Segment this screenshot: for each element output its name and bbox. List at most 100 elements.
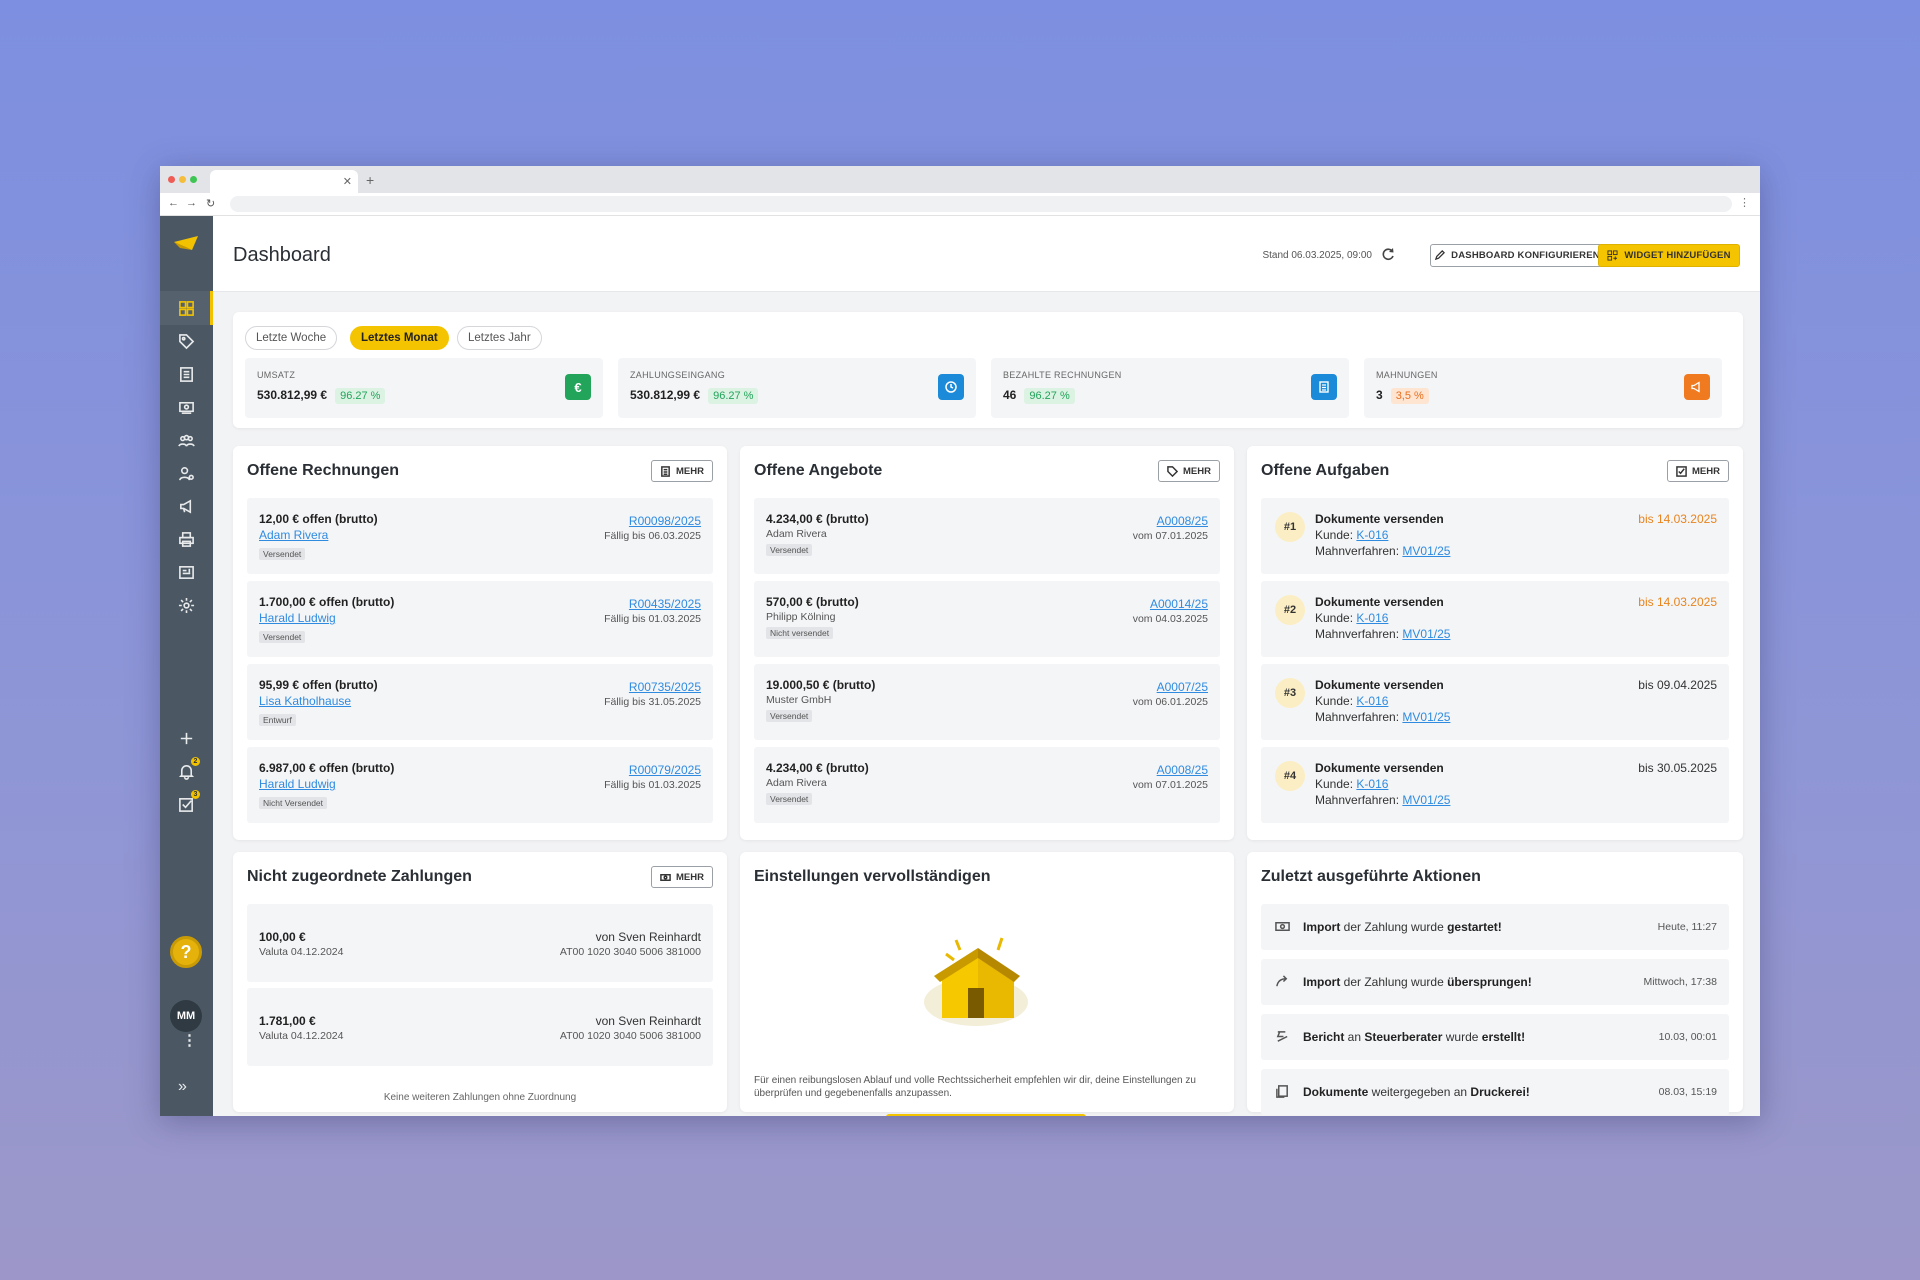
offer-number-link[interactable]: A00014/25 — [1150, 597, 1208, 611]
sidebar-tasks-button[interactable]: 3 — [160, 787, 213, 821]
customer-link[interactable]: Harald Ludwig — [259, 611, 336, 625]
sidebar-item-dashboard[interactable] — [160, 291, 213, 325]
task-dunning-line: Mahnverfahren: MV01/25 — [1315, 710, 1450, 724]
invoice-number-link[interactable]: R00079/2025 — [629, 763, 701, 777]
configure-dashboard-button[interactable]: DASHBOARD KONFIGURIEREN — [1430, 244, 1604, 267]
invoices-more-button[interactable]: MEHR — [651, 460, 713, 482]
customer-link[interactable]: K-016 — [1356, 694, 1388, 708]
close-window-dot[interactable] — [168, 176, 175, 183]
minimize-window-dot[interactable] — [179, 176, 186, 183]
configure-dashboard-label: DASHBOARD KONFIGURIEREN — [1451, 250, 1600, 261]
back-icon[interactable]: ← — [168, 197, 179, 209]
sidebar-item-offers[interactable] — [160, 324, 213, 358]
offer-number-link[interactable]: A0008/25 — [1157, 514, 1208, 528]
dunning-link[interactable]: MV01/25 — [1402, 627, 1450, 641]
payment-row[interactable]: 100,00 € Valuta 04.12.2024 von Sven Reinha… — [247, 904, 713, 982]
kpi-revenue[interactable]: UMSATZ 530.812,99 € 96.27 % € — [245, 358, 603, 418]
payment-row[interactable]: 1.781,00 € Valuta 04.12.2024 von Sven Rein… — [247, 988, 713, 1066]
offers-more-button[interactable]: MEHR — [1158, 460, 1220, 482]
sidebar-add-button[interactable] — [160, 721, 213, 755]
action-row[interactable]: Bericht an Steuerberater wurde erstellt!… — [1261, 1014, 1729, 1060]
sidebar: 2 3 ? MM ⋮ » — [160, 216, 213, 1116]
invoice-number-link[interactable]: R00735/2025 — [629, 680, 701, 694]
sidebar-item-dunning[interactable] — [160, 489, 213, 523]
task-row[interactable]: #2 Dokumente versenden Kunde: K-016 Mahnver… — [1261, 581, 1729, 657]
kpi-dunning[interactable]: MAHNUNGEN 3 3,5 % — [1364, 358, 1722, 418]
refresh-icon[interactable] — [1381, 247, 1395, 261]
kpi-change-badge: 3,5 % — [1390, 388, 1429, 404]
sidebar-item-payments[interactable] — [160, 390, 213, 424]
invoice-due-date: Fällig bis 06.03.2025 — [604, 530, 701, 542]
sidebar-item-contacts[interactable] — [160, 456, 213, 490]
sidebar-item-print[interactable] — [160, 522, 213, 556]
invoice-row[interactable]: 12,00 € offen (brutto) Adam Rivera Versend… — [247, 498, 713, 574]
action-text: Import der Zahlung wurde gestartet! — [1303, 920, 1502, 934]
action-row[interactable]: Dokumente weitergegeben an Druckerei! 08.… — [1261, 1069, 1729, 1115]
period-tab-last-week[interactable]: Letzte Woche — [245, 326, 338, 350]
task-row[interactable]: #4 Dokumente versenden Kunde: K-016 Mahnver… — [1261, 747, 1729, 823]
logo-icon[interactable] — [172, 234, 200, 256]
address-bar[interactable] — [230, 196, 1732, 212]
action-row[interactable]: Import der Zahlung wurde übersprungen! Mi… — [1261, 959, 1729, 1005]
invoice-row[interactable]: 1.700,00 € offen (brutto) Harald Ludwig Ve… — [247, 581, 713, 657]
offer-number-link[interactable]: A0008/25 — [1157, 763, 1208, 777]
close-tab-icon[interactable]: ✕ — [343, 175, 352, 188]
browser-menu-icon[interactable]: ⋮ — [1739, 196, 1750, 209]
task-row[interactable]: #1 Dokumente versenden Kunde: K-016 Mahnver… — [1261, 498, 1729, 574]
customer-link[interactable]: Adam Rivera — [259, 528, 328, 542]
period-tab-last-year[interactable]: Letztes Jahr — [457, 326, 542, 350]
sidebar-item-reports[interactable] — [160, 555, 213, 589]
customer-link[interactable]: K-016 — [1356, 777, 1388, 791]
offer-row[interactable]: 570,00 € (brutto) Philipp Kölning Nicht ve… — [754, 581, 1220, 657]
invoice-row[interactable]: 95,99 € offen (brutto) Lisa Katholhause En… — [247, 664, 713, 740]
invoice-row[interactable]: 6.987,00 € offen (brutto) Harald Ludwig Ni… — [247, 747, 713, 823]
kpi-value-row: 3 3,5 % — [1376, 388, 1429, 404]
dunning-link[interactable]: MV01/25 — [1402, 710, 1450, 724]
kpi-value: 530.812,99 € — [257, 388, 328, 402]
reload-icon[interactable]: ↻ — [206, 197, 215, 210]
offer-row[interactable]: 4.234,00 € (brutto) Adam Rivera Versendet A… — [754, 498, 1220, 574]
action-row[interactable]: Import der Zahlung wurde gestartet! Heute… — [1261, 904, 1729, 950]
new-tab-icon[interactable]: + — [366, 172, 374, 188]
sidebar-item-invoices[interactable] — [160, 357, 213, 391]
customer-link[interactable]: K-016 — [1356, 528, 1388, 542]
forward-icon[interactable]: → — [186, 197, 197, 209]
sidebar-item-settings[interactable] — [160, 588, 213, 622]
invoice-number-link[interactable]: R00435/2025 — [629, 597, 701, 611]
kpi-label: UMSATZ — [257, 370, 296, 380]
kpi-paid-invoices[interactable]: BEZAHLTE RECHNUNGEN 46 96.27 % — [991, 358, 1349, 418]
maximize-window-dot[interactable] — [190, 176, 197, 183]
period-tab-last-month[interactable]: Letztes Monat — [350, 326, 449, 350]
offer-row[interactable]: 4.234,00 € (brutto) Adam Rivera Versendet A… — [754, 747, 1220, 823]
status-badge: Versendet — [766, 710, 813, 722]
payments-more-button[interactable]: MEHR — [651, 866, 713, 888]
dunning-link[interactable]: MV01/25 — [1402, 793, 1450, 807]
sidebar-notifications-button[interactable]: 2 — [160, 754, 213, 788]
task-row[interactable]: #3 Dokumente versenden Kunde: K-016 Mahnver… — [1261, 664, 1729, 740]
invoice-number-link[interactable]: R00098/2025 — [629, 514, 701, 528]
kpi-change-badge: 96.27 % — [335, 388, 386, 404]
browser-tab[interactable]: ✕ — [210, 170, 358, 193]
help-button[interactable]: ? — [170, 936, 202, 968]
tasks-more-button[interactable]: MEHR — [1667, 460, 1729, 482]
offer-number-link[interactable]: A0007/25 — [1157, 680, 1208, 694]
add-widget-button[interactable]: WIDGET HINZUFÜGEN — [1598, 244, 1740, 267]
task-customer-label: Kunde: — [1315, 611, 1354, 625]
settings-cta-button[interactable] — [886, 1114, 1086, 1116]
avatar[interactable]: MM — [170, 1000, 202, 1032]
customer-link[interactable]: Lisa Katholhause — [259, 694, 351, 708]
customer-link[interactable]: Harald Ludwig — [259, 777, 336, 791]
task-customer-label: Kunde: — [1315, 528, 1354, 542]
offer-row[interactable]: 19.000,50 € (brutto) Muster GmbH Versendet… — [754, 664, 1220, 740]
sidebar-item-customers[interactable] — [160, 423, 213, 457]
main-content: Dashboard Stand 06.03.2025, 09:00 DASHBO… — [213, 216, 1760, 1116]
action-time: 10.03, 00:01 — [1658, 1031, 1717, 1043]
expand-sidebar-icon[interactable]: » — [178, 1078, 187, 1096]
dunning-link[interactable]: MV01/25 — [1402, 544, 1450, 558]
customer-link[interactable]: K-016 — [1356, 611, 1388, 625]
more-vertical-icon[interactable]: ⋮ — [182, 1033, 197, 1048]
payment-icon — [179, 401, 194, 414]
payment-sender: von Sven Reinhardt — [595, 930, 701, 944]
kpi-incoming-payments[interactable]: ZAHLUNGSEINGANG 530.812,99 € 96.27 % — [618, 358, 976, 418]
report-icon — [1276, 1031, 1288, 1042]
